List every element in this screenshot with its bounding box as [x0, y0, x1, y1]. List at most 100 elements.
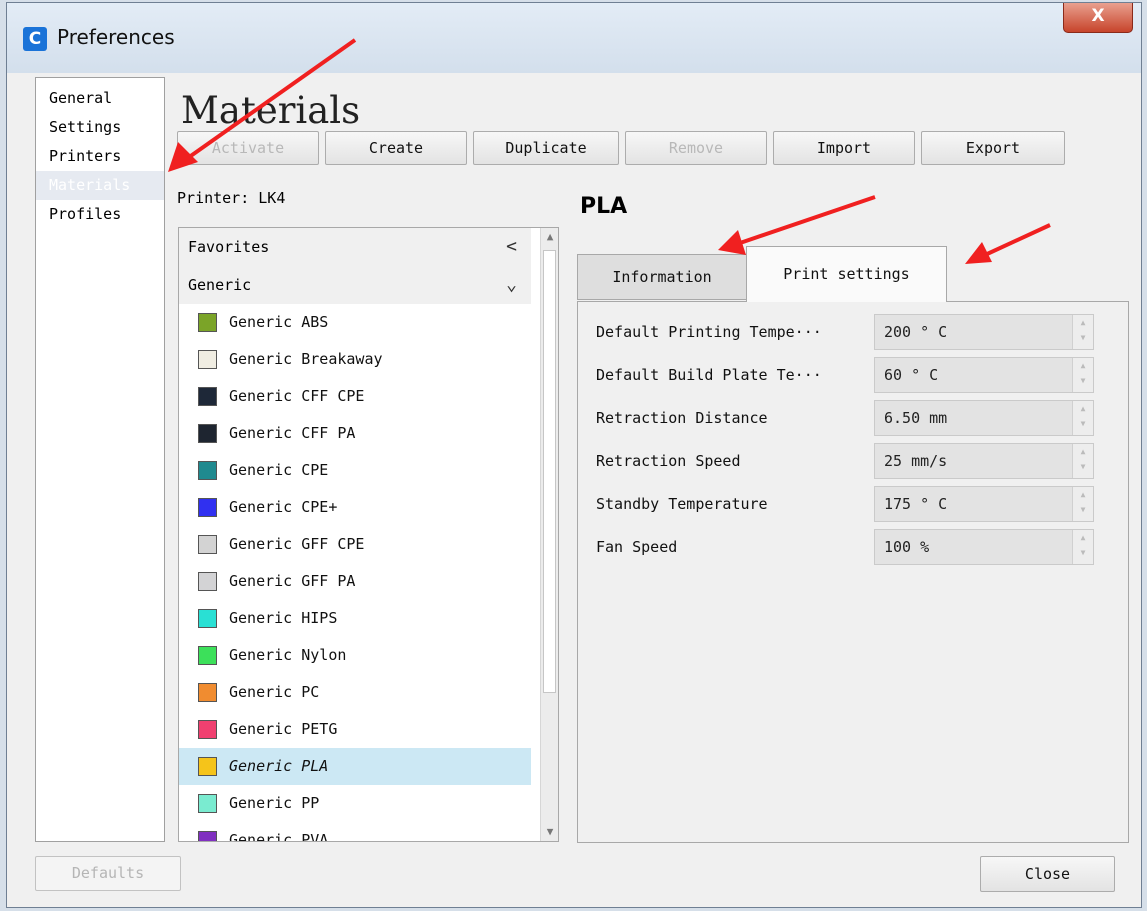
spinner-icon[interactable]: ▲ ▼: [1072, 358, 1093, 392]
setting-value-field[interactable]: 6.50 mm ▲ ▼: [874, 400, 1094, 436]
preferences-nav: General Settings Printers Materials Prof…: [35, 77, 165, 842]
favorites-section-header[interactable]: Favorites <: [179, 228, 531, 266]
spin-up-icon[interactable]: ▲: [1073, 401, 1093, 416]
material-list-item[interactable]: Generic GFF PA: [179, 563, 531, 600]
spin-down-icon[interactable]: ▼: [1073, 502, 1093, 517]
dialog-content: General Settings Printers Materials Prof…: [13, 73, 1135, 901]
setting-label: Retraction Speed: [596, 452, 741, 470]
color-swatch-icon: [198, 387, 217, 406]
material-list-item[interactable]: Generic CFF CPE: [179, 378, 531, 415]
spin-up-icon[interactable]: ▲: [1073, 487, 1093, 502]
spin-down-icon[interactable]: ▼: [1073, 545, 1093, 560]
material-item-label: Generic PVA: [229, 831, 329, 842]
preferences-window: C Preferences X General Settings Printer…: [6, 2, 1142, 908]
setting-value: 25 mm/s: [884, 452, 948, 470]
page-title: Materials: [181, 89, 361, 132]
setting-value-field[interactable]: 200 ° C ▲ ▼: [874, 314, 1094, 350]
spin-up-icon[interactable]: ▲: [1073, 358, 1093, 373]
spin-down-icon[interactable]: ▼: [1073, 416, 1093, 431]
spinner-icon[interactable]: ▲ ▼: [1072, 487, 1093, 521]
material-list-item[interactable]: Generic PP: [179, 785, 531, 822]
setting-label: Fan Speed: [596, 538, 678, 556]
export-button[interactable]: Export: [921, 131, 1065, 165]
setting-row: Default Build Plate Te··· 60 ° C ▲ ▼: [578, 357, 1128, 393]
spin-down-icon[interactable]: ▼: [1073, 373, 1093, 388]
duplicate-button[interactable]: Duplicate: [473, 131, 619, 165]
tab-information[interactable]: Information: [577, 254, 747, 300]
remove-button[interactable]: Remove: [625, 131, 767, 165]
generic-section-header[interactable]: Generic ⌄: [179, 266, 531, 304]
title-bar[interactable]: C Preferences X: [7, 3, 1141, 73]
setting-row: Retraction Speed 25 mm/s ▲ ▼: [578, 443, 1128, 479]
nav-item-materials[interactable]: Materials: [36, 171, 164, 200]
spin-up-icon[interactable]: ▲: [1073, 444, 1093, 459]
color-swatch-icon: [198, 720, 217, 739]
spinner-icon[interactable]: ▲ ▼: [1072, 530, 1093, 564]
activate-button[interactable]: Activate: [177, 131, 319, 165]
material-items: Generic ABS Generic Breakaway Generic CFF …: [179, 304, 531, 842]
defaults-button[interactable]: Defaults: [35, 856, 181, 891]
material-list-item[interactable]: Generic CPE+: [179, 489, 531, 526]
material-item-label: Generic CPE+: [229, 498, 338, 516]
tab-print-settings[interactable]: Print settings: [746, 246, 947, 302]
setting-value-field[interactable]: 25 mm/s ▲ ▼: [874, 443, 1094, 479]
close-button[interactable]: Close: [980, 856, 1115, 892]
nav-item-settings[interactable]: Settings: [36, 113, 164, 142]
material-name-heading: PLA: [580, 194, 628, 219]
material-item-label: Generic PP: [229, 794, 320, 812]
spinner-icon[interactable]: ▲ ▼: [1072, 315, 1093, 349]
material-item-label: Generic HIPS: [229, 609, 338, 627]
window-title: Preferences: [57, 25, 175, 49]
nav-item-general[interactable]: General: [36, 84, 164, 113]
color-swatch-icon: [198, 757, 217, 776]
material-item-label: Generic GFF PA: [229, 572, 356, 590]
scroll-down-icon[interactable]: ▼: [541, 823, 558, 841]
material-list-item[interactable]: Generic PETG: [179, 711, 531, 748]
chevron-left-icon[interactable]: <: [506, 228, 517, 266]
spinner-icon[interactable]: ▲ ▼: [1072, 401, 1093, 435]
material-list-item[interactable]: Generic PVA: [179, 822, 531, 842]
spin-down-icon[interactable]: ▼: [1073, 330, 1093, 345]
color-swatch-icon: [198, 683, 217, 702]
spin-up-icon[interactable]: ▲: [1073, 530, 1093, 545]
window-close-icon[interactable]: X: [1063, 3, 1133, 33]
scroll-up-icon[interactable]: ▲: [541, 228, 558, 246]
setting-label: Default Build Plate Te···: [596, 366, 822, 384]
favorites-label: Favorites: [188, 238, 270, 256]
spin-up-icon[interactable]: ▲: [1073, 315, 1093, 330]
setting-value: 100 %: [884, 538, 930, 556]
nav-item-profiles[interactable]: Profiles: [36, 200, 164, 229]
material-item-label: Generic CFF CPE: [229, 387, 365, 405]
setting-value: 60 ° C: [884, 366, 939, 384]
chevron-down-icon[interactable]: ⌄: [506, 266, 517, 304]
color-swatch-icon: [198, 609, 217, 628]
spinner-icon[interactable]: ▲ ▼: [1072, 444, 1093, 478]
material-list-item[interactable]: Generic CFF PA: [179, 415, 531, 452]
material-item-label: Generic PC: [229, 683, 320, 701]
spin-down-icon[interactable]: ▼: [1073, 459, 1093, 474]
material-list-item[interactable]: Generic GFF CPE: [179, 526, 531, 563]
nav-item-printers[interactable]: Printers: [36, 142, 164, 171]
material-list-item[interactable]: Generic ABS: [179, 304, 531, 341]
material-list-item[interactable]: Generic Nylon: [179, 637, 531, 674]
setting-value-field[interactable]: 60 ° C ▲ ▼: [874, 357, 1094, 393]
printer-label: Printer: LK4: [177, 189, 286, 207]
color-swatch-icon: [198, 313, 217, 332]
setting-value-field[interactable]: 175 ° C ▲ ▼: [874, 486, 1094, 522]
import-button[interactable]: Import: [773, 131, 915, 165]
scroll-thumb[interactable]: [543, 250, 556, 693]
create-button[interactable]: Create: [325, 131, 467, 165]
setting-label: Default Printing Tempe···: [596, 323, 822, 341]
material-list-item[interactable]: Generic Breakaway: [179, 341, 531, 378]
setting-value-field[interactable]: 100 % ▲ ▼: [874, 529, 1094, 565]
material-list-item[interactable]: Generic PC: [179, 674, 531, 711]
color-swatch-icon: [198, 461, 217, 480]
list-scrollbar[interactable]: ▲ ▼: [540, 228, 558, 841]
material-list-item[interactable]: Generic PLA: [179, 748, 531, 785]
material-list-item[interactable]: Generic HIPS: [179, 600, 531, 637]
material-item-label: Generic PLA: [229, 757, 329, 775]
material-item-label: Generic CPE: [229, 461, 329, 479]
setting-row: Retraction Distance 6.50 mm ▲ ▼: [578, 400, 1128, 436]
material-list-item[interactable]: Generic CPE: [179, 452, 531, 489]
color-swatch-icon: [198, 794, 217, 813]
